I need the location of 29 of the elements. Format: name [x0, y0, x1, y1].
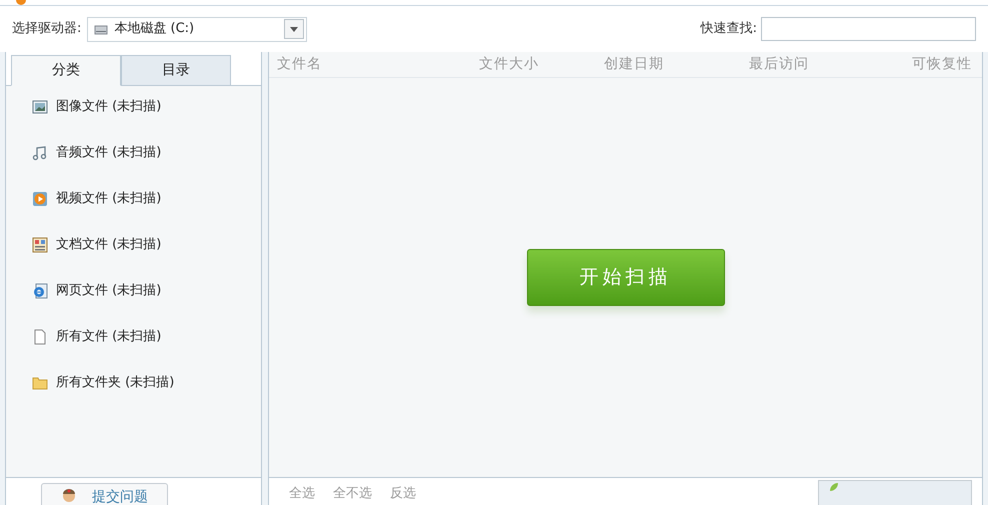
- folder-icon: [32, 375, 48, 391]
- category-item[interactable]: 视频文件 (未扫描): [32, 190, 162, 208]
- file-icon: [32, 329, 48, 345]
- browser-icon: [32, 283, 48, 299]
- leaf-icon: [829, 483, 839, 491]
- document-icon: [32, 237, 48, 253]
- music-note-icon: [32, 145, 48, 161]
- dropdown-button[interactable]: [284, 19, 304, 39]
- category-item[interactable]: 所有文件 (未扫描): [32, 328, 162, 346]
- search-field[interactable]: [761, 17, 976, 41]
- drive-icon: [94, 24, 108, 34]
- drive-label: 选择驱动器:: [12, 20, 82, 38]
- image-icon: [32, 99, 48, 115]
- category-item[interactable]: 网页文件 (未扫描): [32, 282, 162, 300]
- drive-value: 本地磁盘 (C:): [114, 20, 196, 38]
- tab[interactable]: 分类: [11, 55, 121, 86]
- app-icon: [16, 0, 26, 5]
- category-item[interactable]: 所有文件夹 (未扫描): [32, 374, 174, 392]
- drive-dropdown[interactable]: 本地磁盘 (C:): [87, 16, 308, 42]
- category-item[interactable]: 文档文件 (未扫描): [32, 236, 162, 254]
- person-icon: [60, 487, 78, 505]
- play-icon: [32, 191, 48, 207]
- search-label: 快速查找:: [700, 20, 757, 38]
- category-item[interactable]: 音频文件 (未扫描): [32, 144, 162, 162]
- caret-icon: [290, 26, 298, 32]
- feedback-button[interactable]: 提交问题: [41, 483, 168, 505]
- action-button[interactable]: [818, 480, 972, 505]
- category-item[interactable]: 图像文件 (未扫描): [32, 98, 162, 116]
- tab[interactable]: 目录: [121, 55, 231, 86]
